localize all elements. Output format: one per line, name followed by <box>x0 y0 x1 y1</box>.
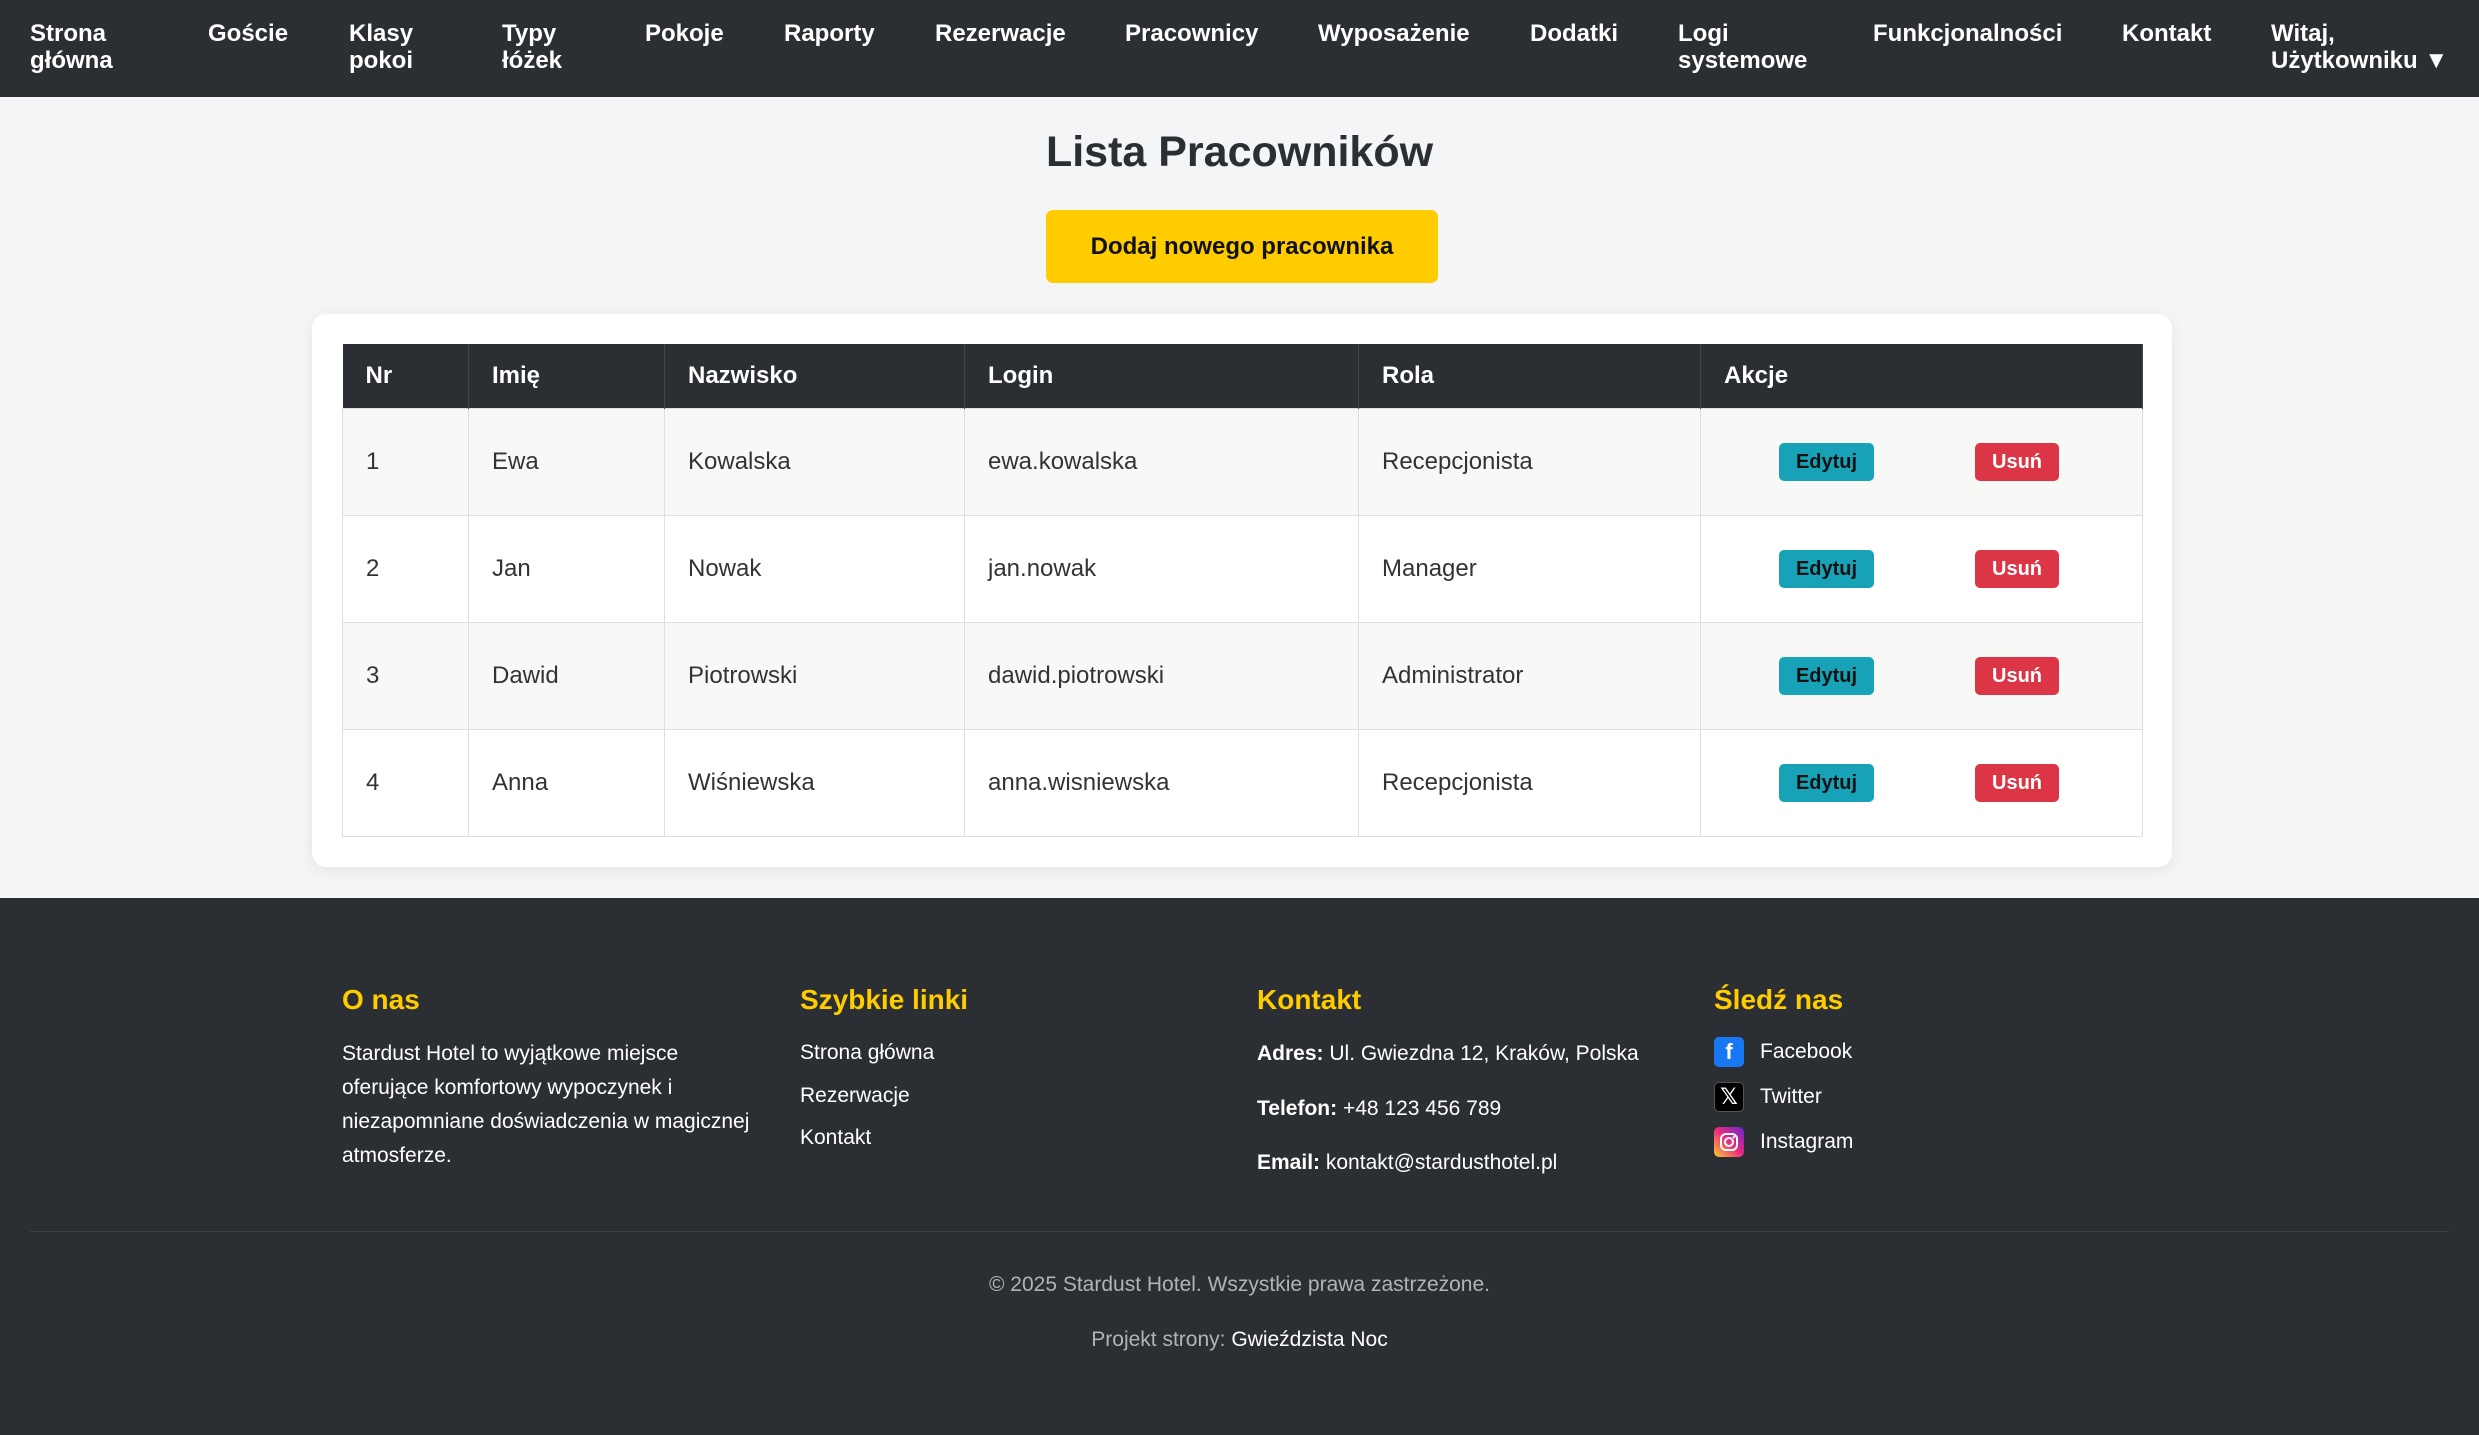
cell-role: Administrator <box>1358 622 1701 730</box>
nav-features[interactable]: Funkcjonalności <box>1873 20 2062 47</box>
cell-last-name: Wiśniewska <box>664 729 965 837</box>
edit-button[interactable]: Edytuj <box>1779 443 1874 481</box>
x-twitter-icon: 𝕏 <box>1714 1082 1744 1112</box>
nav-rooms[interactable]: Pokoje <box>645 20 724 47</box>
cell-nr: 1 <box>342 408 469 516</box>
footer-phone: Telefon: +48 123 456 789 <box>1257 1097 1501 1121</box>
credit-link[interactable]: Gwieździsta Noc <box>1231 1328 1387 1351</box>
social-twitter-link[interactable]: 𝕏 Twitter <box>1714 1082 1822 1112</box>
facebook-icon: f <box>1714 1037 1744 1067</box>
credit-text: Projekt strony: Gwieździsta Noc <box>0 1328 2479 1352</box>
credit-prefix: Projekt strony: <box>1091 1328 1226 1351</box>
nav-home[interactable]: Strona główna <box>30 20 150 74</box>
top-navbar: Strona główna Goście Klasy pokoi Typy łó… <box>0 0 2479 97</box>
cell-first-name: Jan <box>468 515 665 623</box>
delete-button[interactable]: Usuń <box>1975 443 2059 481</box>
cell-actions: Edytuj Usuń <box>1700 622 2143 730</box>
address-value: Ul. Gwiezdna 12, Kraków, Polska <box>1329 1042 1639 1065</box>
nav-reports[interactable]: Raporty <box>784 20 875 47</box>
table-row: 2 Jan Nowak jan.nowak Manager Edytuj Usu… <box>342 515 2143 623</box>
page-title: Lista Pracowników <box>1045 128 1434 176</box>
social-label: Twitter <box>1760 1085 1822 1108</box>
nav-bed-types[interactable]: Typy łóżek <box>502 20 582 74</box>
table-row: 3 Dawid Piotrowski dawid.piotrowski Admi… <box>342 622 2143 730</box>
social-label: Facebook <box>1760 1040 1853 1063</box>
footer-email: Email: kontakt@stardusthotel.pl <box>1257 1151 1557 1175</box>
footer-link-contact[interactable]: Kontakt <box>800 1126 871 1150</box>
edit-button[interactable]: Edytuj <box>1779 550 1874 588</box>
cell-actions: Edytuj Usuń <box>1700 729 2143 837</box>
phone-label: Telefon: <box>1257 1097 1338 1120</box>
header-login: Login <box>964 344 1359 409</box>
footer-address: Adres: Ul. Gwiezdna 12, Kraków, Polska <box>1257 1042 1639 1066</box>
footer-link-home[interactable]: Strona główna <box>800 1041 934 1065</box>
nav-system-logs[interactable]: Logi systemowe <box>1678 20 1818 74</box>
delete-button[interactable]: Usuń <box>1975 657 2059 695</box>
nav-addons[interactable]: Dodatki <box>1530 20 1618 47</box>
header-role: Rola <box>1358 344 1701 409</box>
cell-login: dawid.piotrowski <box>964 622 1359 730</box>
copyright-text: © 2025 Stardust Hotel. Wszystkie prawa z… <box>988 1273 1491 1296</box>
footer-link-reservations[interactable]: Rezerwacje <box>800 1084 910 1108</box>
user-menu-dropdown[interactable]: Witaj, Użytkowniku ▼ <box>2271 20 2461 74</box>
social-label: Instagram <box>1760 1130 1854 1153</box>
cell-login: jan.nowak <box>964 515 1359 623</box>
edit-button[interactable]: Edytuj <box>1779 657 1874 695</box>
cell-role: Recepcjonista <box>1358 729 1701 837</box>
footer-about-heading: O nas <box>342 984 420 1015</box>
email-value: kontakt@stardusthotel.pl <box>1325 1151 1558 1174</box>
employees-table: Nr Imię Nazwisko Login Rola Akcje 1 Ewa … <box>342 344 2143 837</box>
footer-social-heading: Śledź nas <box>1714 984 1844 1015</box>
delete-button[interactable]: Usuń <box>1975 550 2059 588</box>
cell-login: ewa.kowalska <box>964 408 1359 516</box>
cell-last-name: Nowak <box>664 515 965 623</box>
delete-button[interactable]: Usuń <box>1975 764 2059 802</box>
header-actions: Akcje <box>1700 344 2143 409</box>
nav-reservations[interactable]: Rezerwacje <box>935 20 1066 47</box>
cell-actions: Edytuj Usuń <box>1700 408 2143 516</box>
cell-first-name: Dawid <box>468 622 665 730</box>
cell-role: Manager <box>1358 515 1701 623</box>
edit-button[interactable]: Edytuj <box>1779 764 1874 802</box>
social-facebook-link[interactable]: f Facebook <box>1714 1037 1852 1067</box>
email-label: Email: <box>1257 1151 1321 1174</box>
employees-card: Nr Imię Nazwisko Login Rola Akcje 1 Ewa … <box>312 314 2172 867</box>
cell-last-name: Kowalska <box>664 408 965 516</box>
cell-nr: 3 <box>342 622 469 730</box>
footer-contact-heading: Kontakt <box>1257 984 1362 1015</box>
nav-contact[interactable]: Kontakt <box>2122 20 2211 47</box>
instagram-icon <box>1714 1127 1744 1157</box>
nav-employees[interactable]: Pracownicy <box>1125 20 1258 47</box>
cell-nr: 2 <box>342 515 469 623</box>
cell-last-name: Piotrowski <box>664 622 965 730</box>
cell-first-name: Ewa <box>468 408 665 516</box>
footer-quick-links-heading: Szybkie linki <box>800 984 969 1015</box>
social-instagram-link[interactable]: Instagram <box>1714 1127 1853 1157</box>
cell-role: Recepcjonista <box>1358 408 1701 516</box>
phone-value: +48 123 456 789 <box>1342 1097 1502 1120</box>
site-footer: O nas Stardust Hotel to wyjątkowe miejsc… <box>0 898 2479 1435</box>
header-nr: Nr <box>342 344 469 409</box>
nav-guests[interactable]: Goście <box>208 20 288 47</box>
header-last-name: Nazwisko <box>664 344 965 409</box>
add-employee-button[interactable]: Dodaj nowego pracownika <box>1046 210 1438 283</box>
nav-room-classes[interactable]: Klasy pokoi <box>349 20 429 74</box>
table-row: 4 Anna Wiśniewska anna.wisniewska Recepc… <box>342 729 2143 837</box>
table-header-row: Nr Imię Nazwisko Login Rola Akcje <box>342 344 2143 409</box>
footer-divider <box>30 1231 2449 1232</box>
footer-about-text: Stardust Hotel to wyjątkowe miejsce ofer… <box>342 1042 750 1167</box>
cell-actions: Edytuj Usuń <box>1700 515 2143 623</box>
header-first-name: Imię <box>468 344 665 409</box>
cell-nr: 4 <box>342 729 469 837</box>
nav-equipment[interactable]: Wyposażenie <box>1318 20 1470 47</box>
address-label: Adres: <box>1257 1042 1324 1065</box>
table-row: 1 Ewa Kowalska ewa.kowalska Recepcjonist… <box>342 408 2143 516</box>
cell-login: anna.wisniewska <box>964 729 1359 837</box>
cell-first-name: Anna <box>468 729 665 837</box>
